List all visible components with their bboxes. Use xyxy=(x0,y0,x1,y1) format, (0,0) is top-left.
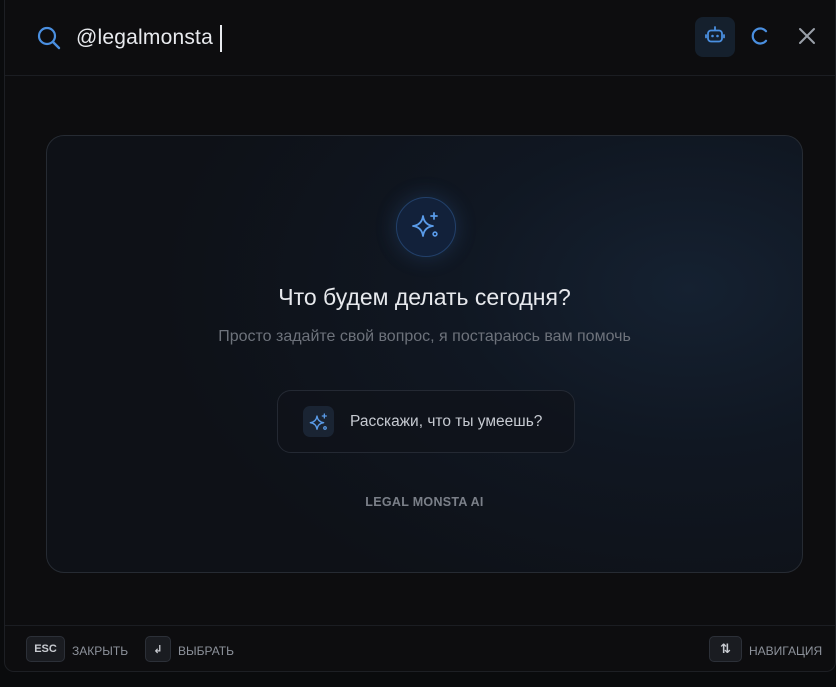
assistant-window: @legalmonsta Что будем делать сегодня? П… xyxy=(4,0,836,672)
suggestion-button[interactable]: Расскажи, что ты умеешь? xyxy=(277,390,575,453)
suggestion-label: Расскажи, что ты умеешь? xyxy=(350,413,543,430)
empty-state-card: Что будем делать сегодня? Просто задайте… xyxy=(46,135,803,573)
close-button[interactable] xyxy=(793,24,821,52)
search-icon xyxy=(36,25,62,51)
keyboard-hints-footer: ESC ЗАКРЫТЬ ↲ ВЫБРАТЬ ⇅ НАВИГАЦИЯ xyxy=(5,625,835,673)
esc-key-badge: ESC xyxy=(26,636,65,662)
search-query-text: @legalmonsta xyxy=(76,26,213,49)
navigation-key-badge: ⇅ xyxy=(709,636,742,662)
close-icon xyxy=(797,26,817,51)
search-bar: @legalmonsta xyxy=(5,0,835,76)
select-hint-label: ВЫБРАТЬ xyxy=(178,644,234,658)
bot-mode-button[interactable] xyxy=(695,17,735,57)
empty-state-subtitle: Просто задайте свой вопрос, я постараюсь… xyxy=(218,328,631,345)
sparkles-icon xyxy=(303,406,334,437)
close-hint-label: ЗАКРЫТЬ xyxy=(72,644,129,658)
refresh-icon xyxy=(749,25,771,52)
sparkles-badge xyxy=(396,197,456,257)
sparkles-icon xyxy=(411,210,441,245)
enter-key-badge: ↲ xyxy=(145,636,171,662)
search-input[interactable]: @legalmonsta xyxy=(76,24,222,52)
empty-state-title: Что будем делать сегодня? xyxy=(278,284,571,310)
refresh-button[interactable] xyxy=(746,24,774,52)
text-caret xyxy=(219,24,222,52)
navigation-hint-label: НАВИГАЦИЯ xyxy=(749,644,823,658)
robot-icon xyxy=(704,24,726,51)
brand-label: LEGAL MONSTA AI xyxy=(365,495,484,509)
